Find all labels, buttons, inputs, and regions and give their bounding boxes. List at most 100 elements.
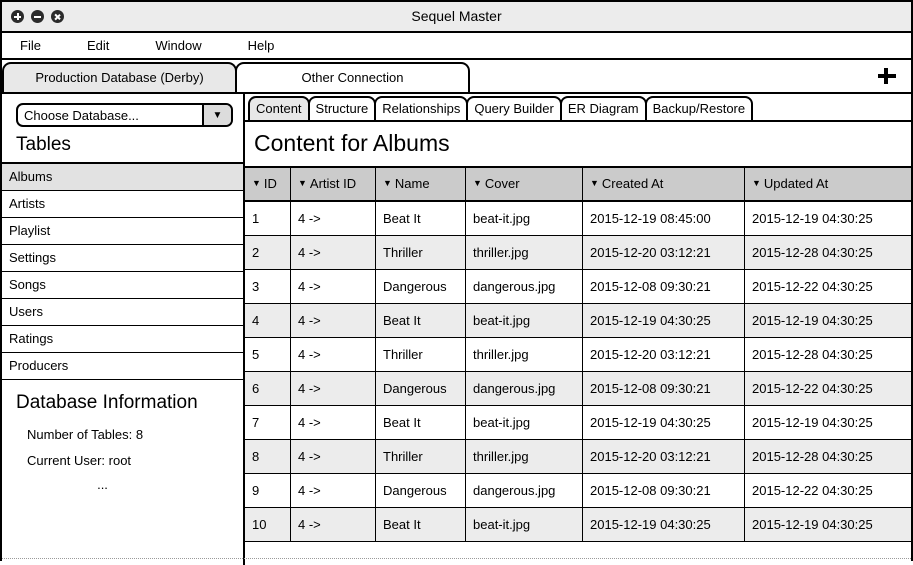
- connection-tab-other-connection[interactable]: Other Connection: [235, 62, 470, 92]
- column-header-name[interactable]: ▼ Name: [376, 168, 466, 200]
- cell-id: 5: [245, 338, 291, 371]
- table-list-item-playlist[interactable]: Playlist: [2, 218, 243, 245]
- cell-cover: beat-it.jpg: [466, 304, 583, 337]
- tab-er-diagram[interactable]: ER Diagram: [559, 96, 647, 120]
- maximize-icon[interactable]: [11, 10, 24, 23]
- data-grid: ▼ ID ▼ Artist ID ▼ Name ▼ Cover ▼ Created At …: [245, 166, 911, 565]
- database-information-panel: Database Information Number of Tables: 8…: [2, 380, 243, 496]
- cell-updated-at: 2015-12-19 04:30:25: [752, 211, 873, 226]
- cell-artist-id: 4 ->: [291, 508, 376, 541]
- cell-updated-at: 2015-12-19 04:30:25: [752, 313, 873, 328]
- cell-id: 4: [245, 304, 291, 337]
- cell-artist-id: 4 ->: [291, 372, 376, 405]
- column-header-label: Artist ID: [309, 176, 357, 191]
- tab-structure[interactable]: Structure: [307, 96, 377, 120]
- cell-artist-id: 4 ->: [291, 338, 376, 371]
- table-list: Albums Artists Playlist Settings Songs U…: [2, 162, 243, 380]
- window-controls: [2, 10, 64, 23]
- sort-caret-icon: ▼: [298, 178, 307, 188]
- tab-content[interactable]: Content: [248, 96, 310, 120]
- menu-item-edit[interactable]: Edit: [87, 33, 109, 58]
- database-select[interactable]: Choose Database... ▼: [16, 103, 233, 127]
- cell-name: Thriller: [376, 440, 466, 473]
- table-list-item-producers[interactable]: Producers: [2, 353, 243, 380]
- table-list-item-artists[interactable]: Artists: [2, 191, 243, 218]
- table-row[interactable]: 7 4 -> Beat It beat-it.jpg 2015-12-19 04…: [245, 406, 911, 440]
- table-list-item-settings[interactable]: Settings: [2, 245, 243, 272]
- cell-artist-id: 4 ->: [291, 304, 376, 337]
- table-row[interactable]: 4 4 -> Beat It beat-it.jpg 2015-12-19 04…: [245, 304, 911, 338]
- database-information-title: Database Information: [16, 392, 198, 413]
- column-header-id[interactable]: ▼ ID: [245, 168, 291, 200]
- tab-backup-restore[interactable]: Backup/Restore: [644, 96, 754, 120]
- bottom-divider: [2, 557, 911, 559]
- cell-name: Beat It: [376, 202, 466, 235]
- tab-query-builder[interactable]: Query Builder: [466, 96, 562, 120]
- cell-created-at: 2015-12-08 09:30:21: [583, 372, 745, 405]
- data-grid-body: 1 4 -> Beat It beat-it.jpg 2015-12-19 08…: [245, 202, 911, 542]
- connection-tab-production-database[interactable]: Production Database (Derby): [2, 62, 237, 92]
- cell-cover: dangerous.jpg: [466, 372, 583, 405]
- database-select-value: Choose Database...: [24, 107, 139, 123]
- menu-item-window[interactable]: Window: [155, 33, 201, 58]
- cell-name: Thriller: [376, 338, 466, 371]
- table-row[interactable]: 8 4 -> Thriller thriller.jpg 2015-12-20 …: [245, 440, 911, 474]
- table-list-item-users[interactable]: Users: [2, 299, 243, 326]
- table-row[interactable]: 10 4 -> Beat It beat-it.jpg 2015-12-19 0…: [245, 508, 911, 542]
- tables-heading: Tables: [16, 134, 71, 155]
- menu-bar: File Edit Window Help: [2, 33, 911, 60]
- cell-cover: dangerous.jpg: [466, 474, 583, 507]
- sort-caret-icon: ▼: [590, 178, 599, 188]
- sort-caret-icon: ▼: [252, 178, 261, 188]
- column-header-updated-at[interactable]: ▼ Updated At: [745, 168, 911, 200]
- minimize-icon[interactable]: [31, 10, 44, 23]
- table-row[interactable]: 6 4 -> Dangerous dangerous.jpg 2015-12-0…: [245, 372, 911, 406]
- cell-updated-at: 2015-12-22 04:30:25: [752, 483, 873, 498]
- cell-cover: beat-it.jpg: [466, 406, 583, 439]
- cell-id: 10: [245, 508, 291, 541]
- menu-item-help[interactable]: Help: [248, 33, 275, 58]
- cell-id: 8: [245, 440, 291, 473]
- cell-cover: thriller.jpg: [466, 338, 583, 371]
- column-header-created-at[interactable]: ▼ Created At: [583, 168, 745, 200]
- column-header-cover[interactable]: ▼ Cover: [466, 168, 583, 200]
- cell-updated-at: 2015-12-28 04:30:25: [752, 245, 873, 260]
- table-list-item-ratings[interactable]: Ratings: [2, 326, 243, 353]
- database-information-current-user: Current User: root: [27, 453, 132, 468]
- cell-updated-at: 2015-12-19 04:30:25: [752, 415, 873, 430]
- cell-artist-id: 4 ->: [291, 474, 376, 507]
- table-row[interactable]: 1 4 -> Beat It beat-it.jpg 2015-12-19 08…: [245, 202, 911, 236]
- column-header-label: Updated At: [763, 176, 829, 191]
- table-list-item-songs[interactable]: Songs: [2, 272, 243, 299]
- page-title: Content for Albums: [254, 130, 450, 156]
- title-bar: Sequel Master: [2, 2, 911, 33]
- cell-name: Dangerous: [376, 372, 466, 405]
- sort-caret-icon: ▼: [383, 178, 392, 188]
- table-row[interactable]: 5 4 -> Thriller thriller.jpg 2015-12-20 …: [245, 338, 911, 372]
- cell-artist-id: 4 ->: [291, 202, 376, 235]
- menu-item-file[interactable]: File: [20, 33, 41, 58]
- sort-caret-icon: ▼: [752, 178, 761, 188]
- table-row[interactable]: 9 4 -> Dangerous dangerous.jpg 2015-12-0…: [245, 474, 911, 508]
- window-title: Sequel Master: [411, 8, 502, 24]
- cell-created-at: 2015-12-08 09:30:21: [583, 474, 745, 507]
- view-tab-bar: Content Structure Relationships Query Bu…: [245, 94, 911, 120]
- cell-updated-at: 2015-12-22 04:30:25: [752, 279, 873, 294]
- database-information-ellipsis: ...: [97, 477, 108, 492]
- cell-created-at: 2015-12-20 03:12:21: [583, 338, 745, 371]
- close-icon[interactable]: [51, 10, 64, 23]
- content-area: Content for Albums ▼ ID ▼ Artist ID ▼ Name …: [245, 120, 911, 565]
- tab-relationships[interactable]: Relationships: [374, 96, 469, 120]
- column-header-artist-id[interactable]: ▼ Artist ID: [291, 168, 376, 200]
- cell-cover: beat-it.jpg: [466, 202, 583, 235]
- chevron-down-icon[interactable]: ▼: [202, 105, 231, 125]
- add-connection-plus-icon[interactable]: [877, 66, 897, 86]
- cell-id: 1: [245, 202, 291, 235]
- data-grid-empty-space: [245, 542, 911, 565]
- cell-created-at: 2015-12-08 09:30:21: [583, 270, 745, 303]
- table-list-item-albums[interactable]: Albums: [2, 164, 243, 191]
- table-row[interactable]: 3 4 -> Dangerous dangerous.jpg 2015-12-0…: [245, 270, 911, 304]
- cell-created-at: 2015-12-20 03:12:21: [583, 440, 745, 473]
- connection-tab-bar: Production Database (Derby) Other Connec…: [2, 60, 911, 94]
- table-row[interactable]: 2 4 -> Thriller thriller.jpg 2015-12-20 …: [245, 236, 911, 270]
